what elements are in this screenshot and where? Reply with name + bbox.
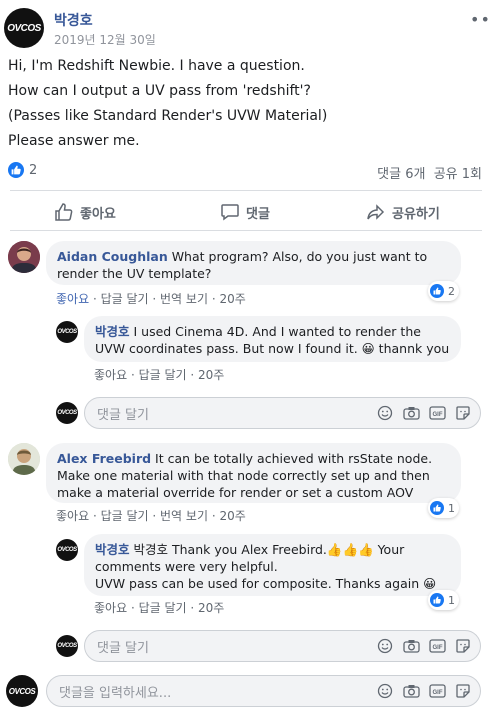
replier-avatar[interactable]: OVCOS — [56, 539, 78, 561]
post-date[interactable]: 2019년 12월 30일 — [54, 31, 156, 48]
reaction-count: 2 — [29, 162, 38, 178]
reply-input[interactable]: 댓글 달기 GIF — [84, 630, 481, 662]
comment-text: I used Cinema 4D. And I wanted to render… — [95, 324, 450, 356]
comment-input[interactable]: 댓글을 입력하세요... GIF — [46, 675, 481, 707]
comment-like-link[interactable]: 좋아요 — [94, 368, 127, 382]
comment-like-link[interactable]: 좋아요 — [94, 601, 127, 615]
my-avatar: OVCOS — [6, 675, 38, 707]
post-line: (Passes like Standard Render's UVW Mater… — [8, 108, 328, 124]
post-author-name[interactable]: 박경호 — [54, 10, 93, 30]
comment-reply-link[interactable]: 답글 달기 — [139, 601, 187, 615]
comment-bubble-icon — [221, 204, 239, 221]
sticker-icon[interactable] — [454, 682, 472, 700]
like-reaction-icon — [430, 284, 444, 298]
mention[interactable]: 박경호 — [134, 542, 169, 557]
camera-icon[interactable] — [402, 637, 420, 655]
post-line: Hi, I'm Redshift Newbie. I have a questi… — [8, 58, 305, 74]
post-line: How can I output a UV pass from 'redshif… — [8, 83, 311, 99]
comment-meta: 좋아요 · 답글 달기 · 20주 — [94, 368, 225, 382]
emoji-icon[interactable] — [376, 682, 394, 700]
comment-bubble: Aidan Coughlan What program? Also, do yo… — [46, 241, 461, 285]
divider — [10, 190, 482, 191]
comment-meta: 좋아요 · 답글 달기 · 번역 보기 · 20주 — [56, 292, 246, 306]
post-body: Hi, I'm Redshift Newbie. I have a questi… — [8, 54, 478, 154]
emoji-icon[interactable] — [376, 637, 394, 655]
gif-icon[interactable]: GIF — [428, 637, 446, 655]
share-button[interactable]: 공유하기 — [366, 202, 440, 222]
commenter-avatar[interactable] — [8, 443, 40, 475]
comment-author[interactable]: 박경호 — [95, 324, 130, 339]
share-arrow-icon — [367, 204, 385, 220]
my-avatar: OVCOS — [56, 635, 78, 657]
post-author-avatar[interactable]: OVCOS — [4, 8, 44, 48]
reply-input[interactable]: 댓글 달기 GIF — [84, 397, 481, 429]
gif-icon[interactable]: GIF — [428, 682, 446, 700]
comment-reactions[interactable]: 1 — [428, 498, 459, 518]
comment-author[interactable]: Alex Freebird — [57, 451, 151, 466]
person-photo-icon — [8, 241, 40, 273]
more-options-icon[interactable]: ••• — [470, 10, 492, 29]
post-reactions[interactable]: 2 — [8, 162, 37, 178]
comment-meta: 좋아요 · 답글 달기 · 번역 보기 · 20주 — [56, 509, 246, 523]
like-reaction-icon — [8, 162, 24, 178]
divider — [10, 230, 482, 231]
sticker-icon[interactable] — [454, 637, 472, 655]
camera-icon[interactable] — [402, 404, 420, 422]
comment-reply-link[interactable]: 답글 달기 — [101, 509, 149, 523]
camera-icon[interactable] — [402, 682, 420, 700]
thumbs-up-icon — [55, 203, 73, 221]
comment-reply-link[interactable]: 답글 달기 — [139, 368, 187, 382]
translate-link[interactable]: 번역 보기 — [160, 509, 208, 523]
my-avatar: OVCOS — [56, 402, 78, 424]
comment-reply-link[interactable]: 답글 달기 — [101, 292, 149, 306]
comment-text-line2: UVW pass can be used for composite. Than… — [95, 576, 437, 591]
svg-text:GIF: GIF — [432, 690, 442, 696]
comment-reactions[interactable]: 2 — [428, 281, 459, 301]
sticker-icon[interactable] — [454, 404, 472, 422]
input-icons: GIF — [376, 404, 472, 422]
like-reaction-icon — [430, 593, 444, 607]
post-stats[interactable]: 댓글 6개 공유 1회 — [377, 163, 482, 182]
reply-bubble: 박경호 I used Cinema 4D. And I wanted to re… — [84, 316, 461, 362]
emoji-icon[interactable] — [376, 404, 394, 422]
reply-bubble: 박경호 박경호 Thank you Alex Freebird.👍👍👍 Your… — [84, 534, 461, 596]
like-button[interactable]: 좋아요 — [54, 202, 116, 222]
person-photo-icon — [8, 443, 40, 475]
like-reaction-icon — [430, 501, 444, 515]
comment-reactions[interactable]: 1 — [428, 590, 459, 610]
svg-text:GIF: GIF — [432, 645, 442, 651]
comment-author[interactable]: Aidan Coughlan — [57, 249, 168, 264]
post-line: Please answer me. — [8, 133, 140, 149]
comment-like-link[interactable]: 좋아요 — [56, 292, 89, 306]
comment-time[interactable]: 20주 — [198, 368, 224, 382]
comment-author[interactable]: 박경호 — [95, 542, 130, 557]
comment-time[interactable]: 20주 — [198, 601, 224, 615]
input-icons: GIF — [376, 637, 472, 655]
comment-time[interactable]: 20주 — [219, 509, 245, 523]
comment-meta: 좋아요 · 답글 달기 · 20주 — [94, 601, 225, 615]
input-icons: GIF — [376, 682, 472, 700]
gif-icon[interactable]: GIF — [428, 404, 446, 422]
comment-bubble: Alex Freebird It can be totally achieved… — [46, 443, 461, 503]
comment-button[interactable]: 댓글 — [220, 202, 270, 222]
svg-text:GIF: GIF — [432, 412, 442, 418]
comment-like-link[interactable]: 좋아요 — [56, 509, 89, 523]
translate-link[interactable]: 번역 보기 — [160, 292, 208, 306]
comment-time[interactable]: 20주 — [219, 292, 245, 306]
commenter-avatar[interactable] — [8, 241, 40, 273]
replier-avatar[interactable]: OVCOS — [56, 321, 78, 343]
